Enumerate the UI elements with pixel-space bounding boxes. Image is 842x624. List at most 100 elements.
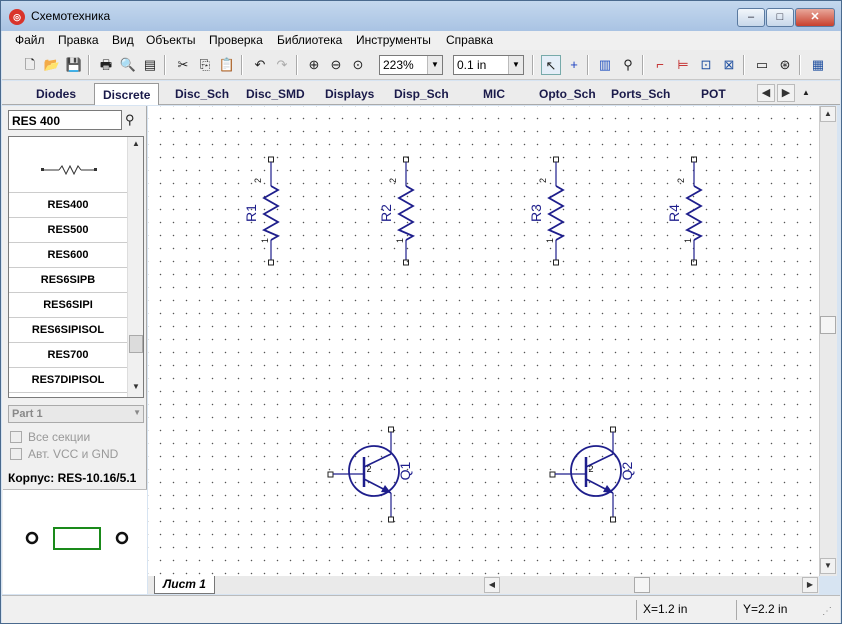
sheet-tab[interactable]: Лист 1 bbox=[154, 576, 215, 594]
zoom-in-icon[interactable]: ⊕ bbox=[304, 55, 324, 75]
list-item[interactable]: RES6SIPISOL bbox=[9, 318, 127, 343]
binoculars-icon[interactable]: ⚲ bbox=[125, 112, 143, 128]
scroll-down-icon[interactable]: ▼ bbox=[128, 380, 143, 396]
component-icon[interactable]: ▥ bbox=[595, 55, 615, 75]
menu-edit[interactable]: Правка bbox=[58, 33, 99, 47]
scroll-right-icon[interactable]: ▶ bbox=[802, 577, 818, 593]
undo-icon[interactable]: ↶ bbox=[250, 55, 270, 75]
pin-number-label: 1 bbox=[260, 238, 270, 243]
list-scrollbar[interactable]: ▲ ▼ bbox=[127, 137, 143, 397]
menu-library[interactable]: Библиотека bbox=[277, 33, 342, 47]
tab-scroll-right-icon[interactable]: ▶ bbox=[777, 84, 795, 102]
resistor-refdes: R1 bbox=[243, 204, 259, 222]
close-button[interactable]: ✕ bbox=[795, 8, 835, 27]
netlist-icon[interactable]: ⊠ bbox=[719, 55, 739, 75]
tab-scroll-left-icon[interactable]: ◀ bbox=[757, 84, 775, 102]
resistor-refdes: R2 bbox=[378, 204, 394, 222]
status-x: X=1.2 in bbox=[636, 600, 736, 620]
table-icon[interactable]: ▦ bbox=[808, 55, 828, 75]
grid-select[interactable]: 0.1 in ▼ bbox=[453, 55, 524, 75]
search-input[interactable]: RES 400 bbox=[8, 110, 122, 130]
zoom-fit-icon[interactable]: ⊙ bbox=[348, 55, 368, 75]
pin-number-label: 2 bbox=[588, 464, 593, 474]
schematic-drawing: 2 1 R1 2 1 R2 2 1 R3 2 1 R4 2 Q1 2 Q2 bbox=[243, 156, 704, 523]
pin-terminal bbox=[403, 259, 409, 266]
zoom-out-icon[interactable]: ⊖ bbox=[326, 55, 346, 75]
zoom-select[interactable]: 223% ▼ bbox=[379, 55, 443, 75]
pin-terminal bbox=[610, 426, 616, 433]
resize-grip-icon: ⋰ bbox=[822, 606, 832, 617]
copy-icon[interactable]: ⎘ bbox=[195, 55, 215, 75]
find-icon[interactable]: ⚲ bbox=[618, 55, 638, 75]
part-select[interactable]: Part 1 ▼ bbox=[8, 405, 144, 423]
pin-terminal bbox=[553, 156, 559, 163]
save-icon[interactable]: 💾 bbox=[64, 55, 84, 75]
redo-icon[interactable]: ↷ bbox=[272, 55, 292, 75]
select-pointer-icon[interactable]: ↖ bbox=[541, 55, 561, 75]
list-item[interactable]: RES500 bbox=[9, 218, 127, 243]
list-item[interactable]: RES700 bbox=[9, 343, 127, 368]
list-item[interactable]: RES6SIPB bbox=[9, 268, 127, 293]
new-icon[interactable]: 🗋 bbox=[20, 55, 40, 75]
cut-icon[interactable]: ✂ bbox=[173, 55, 193, 75]
list-scroll-thumb[interactable] bbox=[129, 335, 143, 353]
tab-disc-smd[interactable]: Disc_SMD bbox=[246, 87, 305, 101]
transistor-body bbox=[570, 445, 622, 497]
tab-opto-sch[interactable]: Opto_Sch bbox=[539, 87, 596, 101]
list-item[interactable]: RES6SIPI bbox=[9, 293, 127, 318]
auto-vcc-gnd-checkbox[interactable]: Авт. VCC и GND bbox=[10, 447, 118, 461]
net-port-icon[interactable]: ⊡ bbox=[696, 55, 716, 75]
scroll-left-icon[interactable]: ◀ bbox=[484, 577, 500, 593]
library-panel: RES 400 ⚲ RES400 RES500 RES600 RES6SIPB … bbox=[2, 106, 147, 594]
resistor-zigzag bbox=[396, 185, 416, 241]
print-preview-icon[interactable]: 🔍 bbox=[118, 55, 138, 75]
tab-diodes[interactable]: Diodes bbox=[36, 87, 76, 101]
resistor-zigzag bbox=[261, 185, 281, 241]
scroll-down-icon[interactable]: ▼ bbox=[820, 558, 836, 574]
menu-help[interactable]: Справка bbox=[446, 33, 493, 47]
tab-displays[interactable]: Displays bbox=[325, 87, 374, 101]
scroll-up-icon[interactable]: ▲ bbox=[128, 137, 143, 153]
tab-disc-sch[interactable]: Disc_Sch bbox=[175, 87, 229, 101]
pin-number-label: 1 bbox=[395, 238, 405, 243]
minimize-button[interactable]: – bbox=[737, 8, 765, 27]
pin-number-label: 2 bbox=[676, 178, 686, 183]
tab-ports-sch[interactable]: Ports_Sch bbox=[611, 87, 670, 101]
list-item[interactable]: RES7DIPISOL bbox=[9, 368, 127, 393]
bus-icon[interactable]: ⊨ bbox=[673, 55, 693, 75]
library-tabs: Diodes Discrete Disc_Sch Disc_SMD Displa… bbox=[2, 81, 840, 105]
all-sections-checkbox[interactable]: Все секции bbox=[10, 430, 90, 444]
app-icon: ◎ bbox=[9, 9, 25, 25]
tab-list-icon[interactable]: ▲ bbox=[796, 83, 816, 103]
menu-file[interactable]: Файл bbox=[15, 33, 45, 47]
chip-icon[interactable]: ▭ bbox=[752, 55, 772, 75]
resistor-refdes: R4 bbox=[666, 204, 682, 222]
canvas-scroll-thumb[interactable] bbox=[820, 316, 836, 334]
menu-view[interactable]: Вид bbox=[112, 33, 134, 47]
canvas-vertical-scrollbar[interactable]: ▲ ▼ bbox=[819, 106, 837, 576]
tab-pot[interactable]: POT bbox=[701, 87, 726, 101]
menu-check[interactable]: Проверка bbox=[209, 33, 263, 47]
pin-terminal bbox=[268, 259, 274, 266]
tab-disp-sch[interactable]: Disp_Sch bbox=[394, 87, 449, 101]
pin-icon[interactable]: ⊛ bbox=[775, 55, 795, 75]
menu-tools[interactable]: Инструменты bbox=[356, 33, 431, 47]
menu-bar: Файл Правка Вид Объекты Проверка Библиот… bbox=[2, 31, 840, 50]
scroll-up-icon[interactable]: ▲ bbox=[820, 106, 836, 122]
print-icon[interactable]: 🖶 bbox=[96, 55, 116, 75]
open-icon[interactable]: 📂 bbox=[42, 55, 62, 75]
wire-icon[interactable]: ⌐ bbox=[650, 55, 670, 75]
list-item[interactable]: RES400 bbox=[9, 193, 127, 218]
paste-icon[interactable]: 📋 bbox=[217, 55, 237, 75]
schematic-canvas[interactable]: 2 1 R1 2 1 R2 2 1 R3 2 1 R4 2 Q1 2 Q2 bbox=[148, 106, 819, 576]
tab-discrete[interactable]: Discrete bbox=[94, 83, 160, 105]
tab-mic[interactable]: MIC bbox=[483, 87, 505, 101]
menu-objects[interactable]: Объекты bbox=[146, 33, 196, 47]
resistor-zigzag bbox=[546, 185, 566, 241]
canvas-hscroll-thumb[interactable] bbox=[634, 577, 650, 593]
report-icon[interactable]: ▤ bbox=[140, 55, 160, 75]
crosshair-icon[interactable]: + bbox=[564, 55, 584, 75]
sheet-bar: Лист 1 ◀ ▶ bbox=[148, 576, 819, 594]
list-item[interactable]: RES600 bbox=[9, 243, 127, 268]
maximize-button[interactable]: □ bbox=[766, 8, 794, 27]
